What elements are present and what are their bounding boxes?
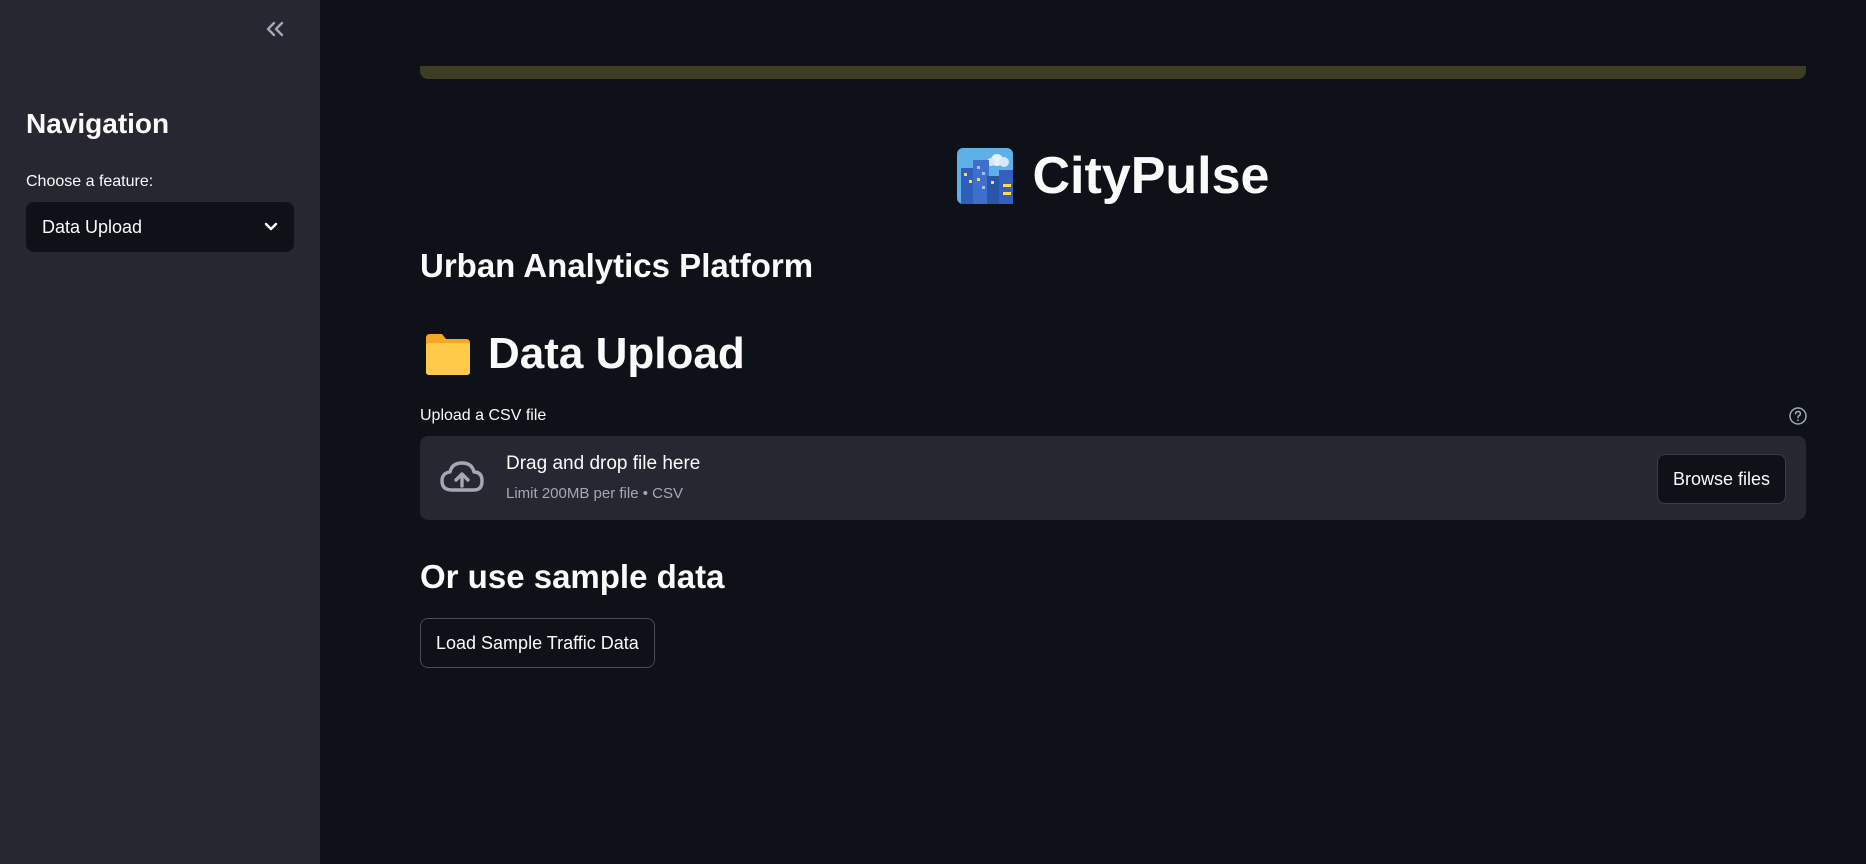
app-title: CityPulse — [1032, 147, 1270, 205]
sidebar: Navigation Choose a feature: Data Upload — [0, 0, 320, 864]
file-dropzone[interactable]: Drag and drop file here Limit 200MB per … — [420, 436, 1806, 520]
cloud-upload-icon — [440, 461, 484, 492]
chevron-down-icon — [264, 222, 278, 231]
browse-files-button[interactable]: Browse files — [1656, 454, 1786, 504]
question-circle-icon[interactable] — [1788, 406, 1808, 426]
sidebar-title: Navigation — [26, 108, 170, 139]
header-banner — [420, 66, 1806, 79]
main-content: CityPulse Urban Analytics Platform Data … — [320, 0, 1866, 864]
feature-select-label: Choose a feature: — [26, 173, 154, 190]
feature-select[interactable]: Data Upload — [26, 202, 294, 252]
dropzone-subtitle: Limit 200MB per file • CSV — [506, 485, 683, 502]
app-subtitle: Urban Analytics Platform — [420, 247, 814, 284]
app-header: CityPulse — [420, 146, 1806, 206]
upload-label: Upload a CSV file — [420, 407, 547, 424]
folder-icon — [426, 334, 470, 375]
section-title: Data Upload — [488, 329, 745, 378]
sample-data-heading: Or use sample data — [420, 558, 725, 595]
dropzone-title: Drag and drop file here — [506, 453, 701, 474]
double-chevron-left-icon — [266, 21, 284, 37]
load-sample-data-button[interactable]: Load Sample Traffic Data — [420, 618, 655, 668]
collapse-sidebar-button[interactable] — [262, 16, 288, 42]
section-header: Data Upload — [424, 330, 745, 378]
feature-select-value: Data Upload — [42, 216, 143, 237]
cityscape-icon — [956, 148, 1013, 204]
